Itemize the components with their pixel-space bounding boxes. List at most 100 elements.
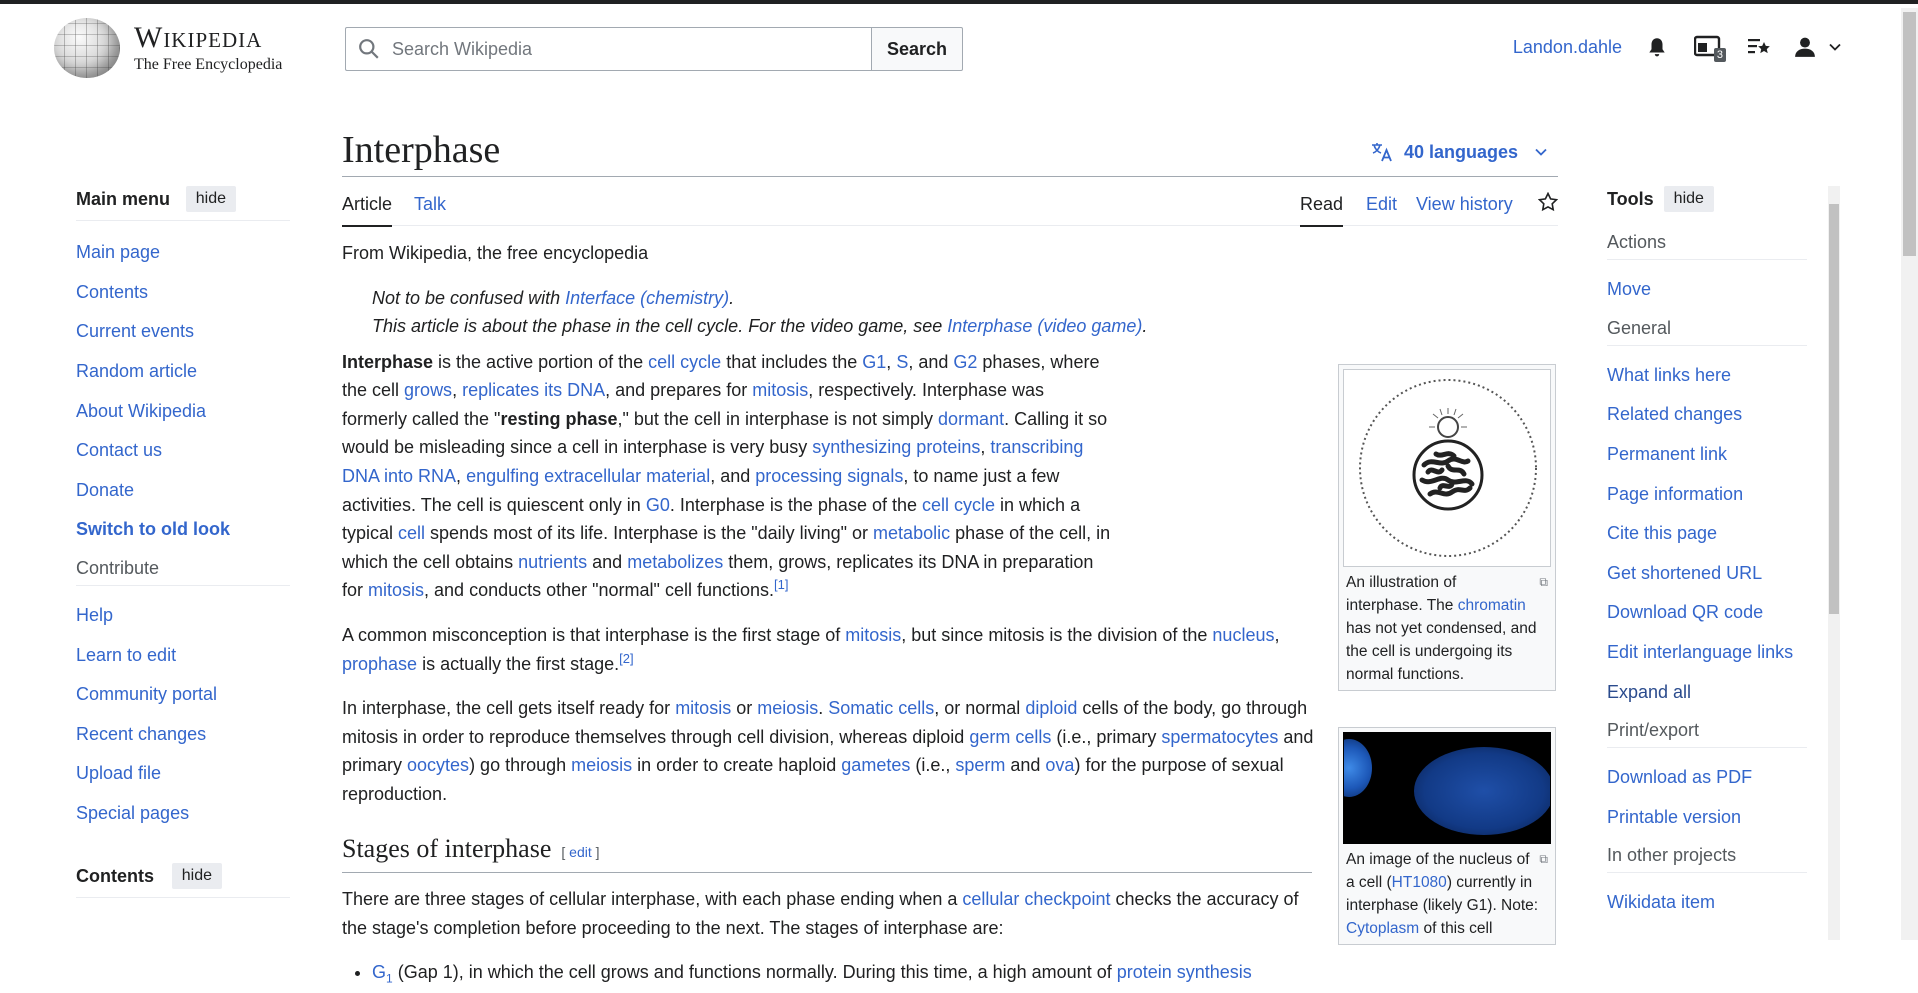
link-spermatocytes[interactable]: spermatocytes <box>1161 727 1278 747</box>
watchlist-icon[interactable] <box>1746 34 1772 60</box>
link-cell-cycle[interactable]: cell cycle <box>648 352 721 372</box>
nav-donate[interactable]: Donate <box>76 480 134 501</box>
link-nutrients[interactable]: nutrients <box>518 552 587 572</box>
tool-page-information[interactable]: Page information <box>1607 484 1743 505</box>
link-dormant[interactable]: dormant <box>938 409 1004 429</box>
nav-switch-old-look[interactable]: Switch to old look <box>76 519 230 540</box>
tool-wikidata-item[interactable]: Wikidata item <box>1607 892 1715 913</box>
link-g1-stage[interactable]: G1 <box>372 962 393 986</box>
thumbnail-interphase-illustration: ⧉ An illustration of interphase. The chr… <box>1338 364 1556 691</box>
nav-learn-to-edit[interactable]: Learn to edit <box>76 645 176 666</box>
link-meiosis[interactable]: meiosis <box>757 698 818 718</box>
section-edit-link[interactable]: edit <box>569 844 592 860</box>
link-cytoplasm[interactable]: Cytoplasm <box>1346 920 1419 937</box>
link-meiosis-2[interactable]: meiosis <box>571 755 632 775</box>
link-g2[interactable]: G2 <box>953 352 977 372</box>
link-chromatin[interactable]: chromatin <box>1458 597 1526 614</box>
tool-qr-code[interactable]: Download QR code <box>1607 602 1763 623</box>
citation-2[interactable]: [2] <box>619 651 633 666</box>
tab-talk[interactable]: Talk <box>414 194 446 215</box>
enlarge-icon[interactable]: ⧉ <box>1539 571 1548 594</box>
link-gametes[interactable]: gametes <box>841 755 910 775</box>
link-g1[interactable]: G1 <box>862 352 886 372</box>
username-link[interactable]: Landon.dahle <box>1513 37 1622 58</box>
tool-printable-version[interactable]: Printable version <box>1607 807 1741 828</box>
nucleus-image[interactable] <box>1343 732 1551 844</box>
nav-main-page[interactable]: Main page <box>76 242 160 263</box>
page-scrollbar-thumb[interactable] <box>1903 12 1916 256</box>
link-processing-signals[interactable]: processing signals <box>755 466 903 486</box>
tool-edit-interlanguage[interactable]: Edit interlanguage links <box>1607 642 1793 663</box>
nav-community-portal[interactable]: Community portal <box>76 684 217 705</box>
link-ht1080[interactable]: HT1080 <box>1392 874 1447 891</box>
contents-hide-button[interactable]: hide <box>171 863 222 890</box>
link-replicates-dna[interactable]: replicates its DNA <box>462 380 605 400</box>
language-button[interactable]: 40 languages <box>1370 141 1548 163</box>
search-box[interactable] <box>345 27 871 71</box>
nav-upload-file[interactable]: Upload file <box>76 763 161 784</box>
hatnote-link-video-game[interactable]: Interphase (video game) <box>947 316 1142 336</box>
tool-move[interactable]: Move <box>1607 279 1651 300</box>
enlarge-icon[interactable]: ⧉ <box>1539 848 1548 871</box>
tool-download-pdf[interactable]: Download as PDF <box>1607 767 1752 788</box>
nav-random-article[interactable]: Random article <box>76 361 197 382</box>
tool-cite-this-page[interactable]: Cite this page <box>1607 523 1717 544</box>
nav-about-wikipedia[interactable]: About Wikipedia <box>76 401 206 422</box>
tool-expand-all[interactable]: Expand all <box>1607 682 1691 703</box>
link-mitosis[interactable]: mitosis <box>752 380 808 400</box>
link-germ-cells[interactable]: germ cells <box>969 727 1051 747</box>
link-sperm[interactable]: sperm <box>955 755 1005 775</box>
contents-title: Contents <box>76 865 154 886</box>
link-oocytes[interactable]: oocytes <box>407 755 469 775</box>
citation-1[interactable]: [1] <box>774 577 788 592</box>
tool-permanent-link[interactable]: Permanent link <box>1607 444 1727 465</box>
link-s[interactable]: S <box>896 352 908 372</box>
user-avatar-icon[interactable] <box>1794 34 1842 60</box>
nav-special-pages[interactable]: Special pages <box>76 803 189 824</box>
link-cell[interactable]: cell <box>398 523 425 543</box>
link-somatic-cells[interactable]: Somatic cells <box>828 698 934 718</box>
tab-article[interactable]: Article <box>342 194 393 227</box>
tool-what-links-here[interactable]: What links here <box>1607 365 1731 386</box>
nav-contents[interactable]: Contents <box>76 282 148 303</box>
link-metabolic[interactable]: metabolic <box>873 523 950 543</box>
search-button[interactable]: Search <box>871 27 963 71</box>
hatnote-link-chemistry[interactable]: Interface (chemistry) <box>565 288 729 308</box>
link-cellular-checkpoint[interactable]: cellular checkpoint <box>962 889 1110 909</box>
tab-edit[interactable]: Edit <box>1366 194 1397 215</box>
tab-view-history[interactable]: View history <box>1416 194 1513 215</box>
interphase-illustration-image[interactable] <box>1343 369 1551 567</box>
notices-tray-icon[interactable]: 3 <box>1692 34 1726 62</box>
hatnote-text: This article is about the phase in the c… <box>372 315 948 336</box>
link-g0[interactable]: G0 <box>646 495 670 515</box>
search-input[interactable] <box>390 37 871 61</box>
link-protein-synthesis[interactable]: protein synthesis <box>1117 962 1252 982</box>
nav-recent-changes[interactable]: Recent changes <box>76 724 206 745</box>
nav-current-events[interactable]: Current events <box>76 321 194 342</box>
link-cell-cycle-2[interactable]: cell cycle <box>922 495 995 515</box>
main-menu-hide-button[interactable]: hide <box>185 186 236 212</box>
link-mitosis-4[interactable]: mitosis <box>675 698 731 718</box>
tools-hide-button[interactable]: hide <box>1663 186 1714 212</box>
tools-scrollbar-thumb[interactable] <box>1829 204 1839 614</box>
link-synthesizing-proteins[interactable]: synthesizing proteins <box>812 437 980 457</box>
bell-icon[interactable] <box>1644 34 1670 60</box>
wordmark: Wikipedia The Free Encyclopedia <box>134 23 282 73</box>
watch-star-icon[interactable] <box>1537 191 1559 217</box>
link-nucleus[interactable]: nucleus <box>1212 625 1274 645</box>
nav-help[interactable]: Help <box>76 605 113 626</box>
link-prophase[interactable]: prophase <box>342 654 417 674</box>
tool-shortened-url[interactable]: Get shortened URL <box>1607 563 1762 584</box>
nav-contact-us[interactable]: Contact us <box>76 440 162 461</box>
link-grows[interactable]: grows <box>404 380 452 400</box>
tool-related-changes[interactable]: Related changes <box>1607 404 1742 425</box>
link-mitosis-3[interactable]: mitosis <box>845 625 901 645</box>
wikipedia-logo[interactable]: Wikipedia The Free Encyclopedia <box>54 18 282 78</box>
main-menu-header: Main menu hide <box>76 186 290 221</box>
link-mitosis-2[interactable]: mitosis <box>368 580 424 600</box>
tab-read[interactable]: Read <box>1300 194 1344 227</box>
link-ova[interactable]: ova <box>1045 755 1074 775</box>
link-metabolizes[interactable]: metabolizes <box>627 552 723 572</box>
link-engulfing[interactable]: engulfing extracellular material <box>466 466 710 486</box>
link-diploid[interactable]: diploid <box>1025 698 1077 718</box>
